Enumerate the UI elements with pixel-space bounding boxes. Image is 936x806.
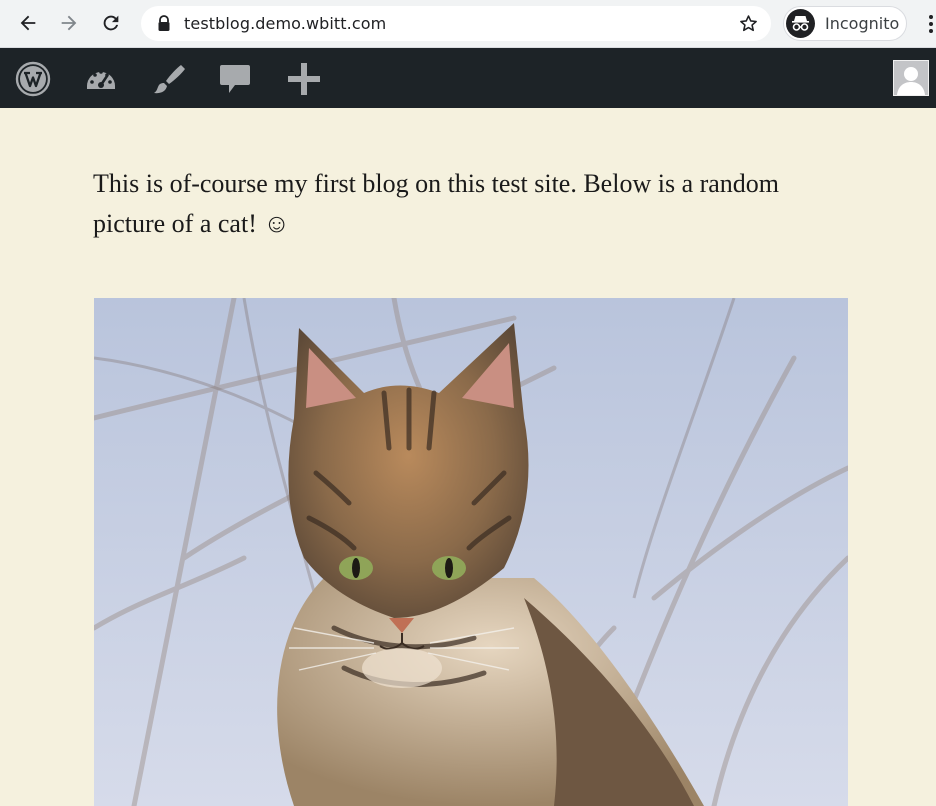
customize-button[interactable] — [150, 61, 186, 97]
dashboard-button[interactable] — [83, 61, 119, 97]
dashboard-icon — [87, 70, 115, 89]
back-button[interactable] — [13, 8, 43, 38]
menu-icon[interactable] — [926, 14, 936, 34]
reload-button[interactable] — [96, 8, 126, 38]
address-bar[interactable]: testblog.demo.wbitt.com — [141, 6, 771, 41]
wordpress-logo-button[interactable] — [15, 61, 51, 97]
post-body-text: This is of-course my first blog on this … — [93, 169, 780, 238]
user-avatar[interactable] — [893, 60, 929, 96]
comments-icon — [220, 65, 250, 93]
incognito-label: Incognito — [825, 14, 900, 33]
comments-button[interactable] — [217, 61, 253, 97]
url-text[interactable]: testblog.demo.wbitt.com — [184, 14, 386, 33]
customize-brush-icon — [154, 65, 185, 94]
user-avatar-icon — [894, 61, 928, 95]
star-icon[interactable] — [738, 13, 759, 34]
incognito-indicator[interactable]: Incognito — [783, 6, 907, 41]
cat-image — [94, 298, 848, 806]
browser-toolbar: testblog.demo.wbitt.com Incognito — [0, 0, 936, 48]
incognito-icon — [786, 9, 815, 38]
plus-icon — [288, 63, 320, 95]
new-content-button[interactable] — [286, 61, 322, 97]
lock-icon[interactable] — [156, 15, 172, 32]
wordpress-logo-icon — [15, 61, 51, 97]
forward-button[interactable] — [54, 8, 84, 38]
wp-admin-bar — [0, 48, 936, 108]
reload-icon — [103, 15, 119, 31]
back-icon — [20, 15, 36, 31]
forward-icon — [61, 15, 77, 31]
